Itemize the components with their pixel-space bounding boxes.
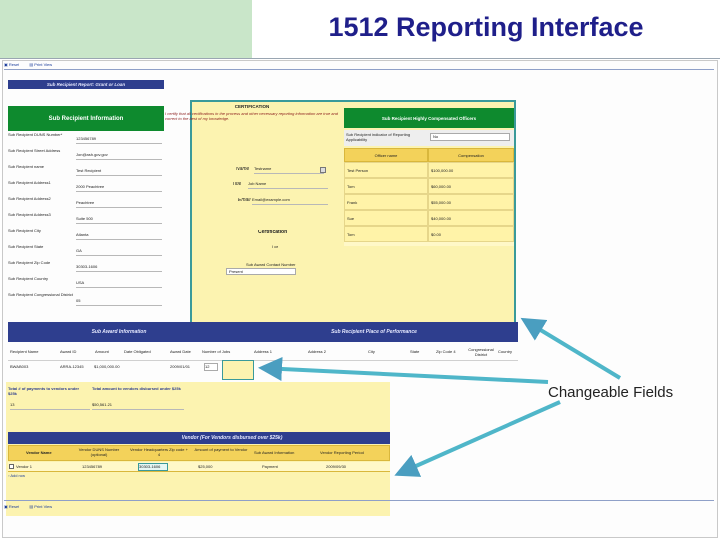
arrow-to-jobs [258, 356, 549, 384]
arrow-to-officers [520, 317, 622, 380]
arrow-to-vendor [394, 400, 561, 477]
callout-arrows [258, 317, 622, 477]
